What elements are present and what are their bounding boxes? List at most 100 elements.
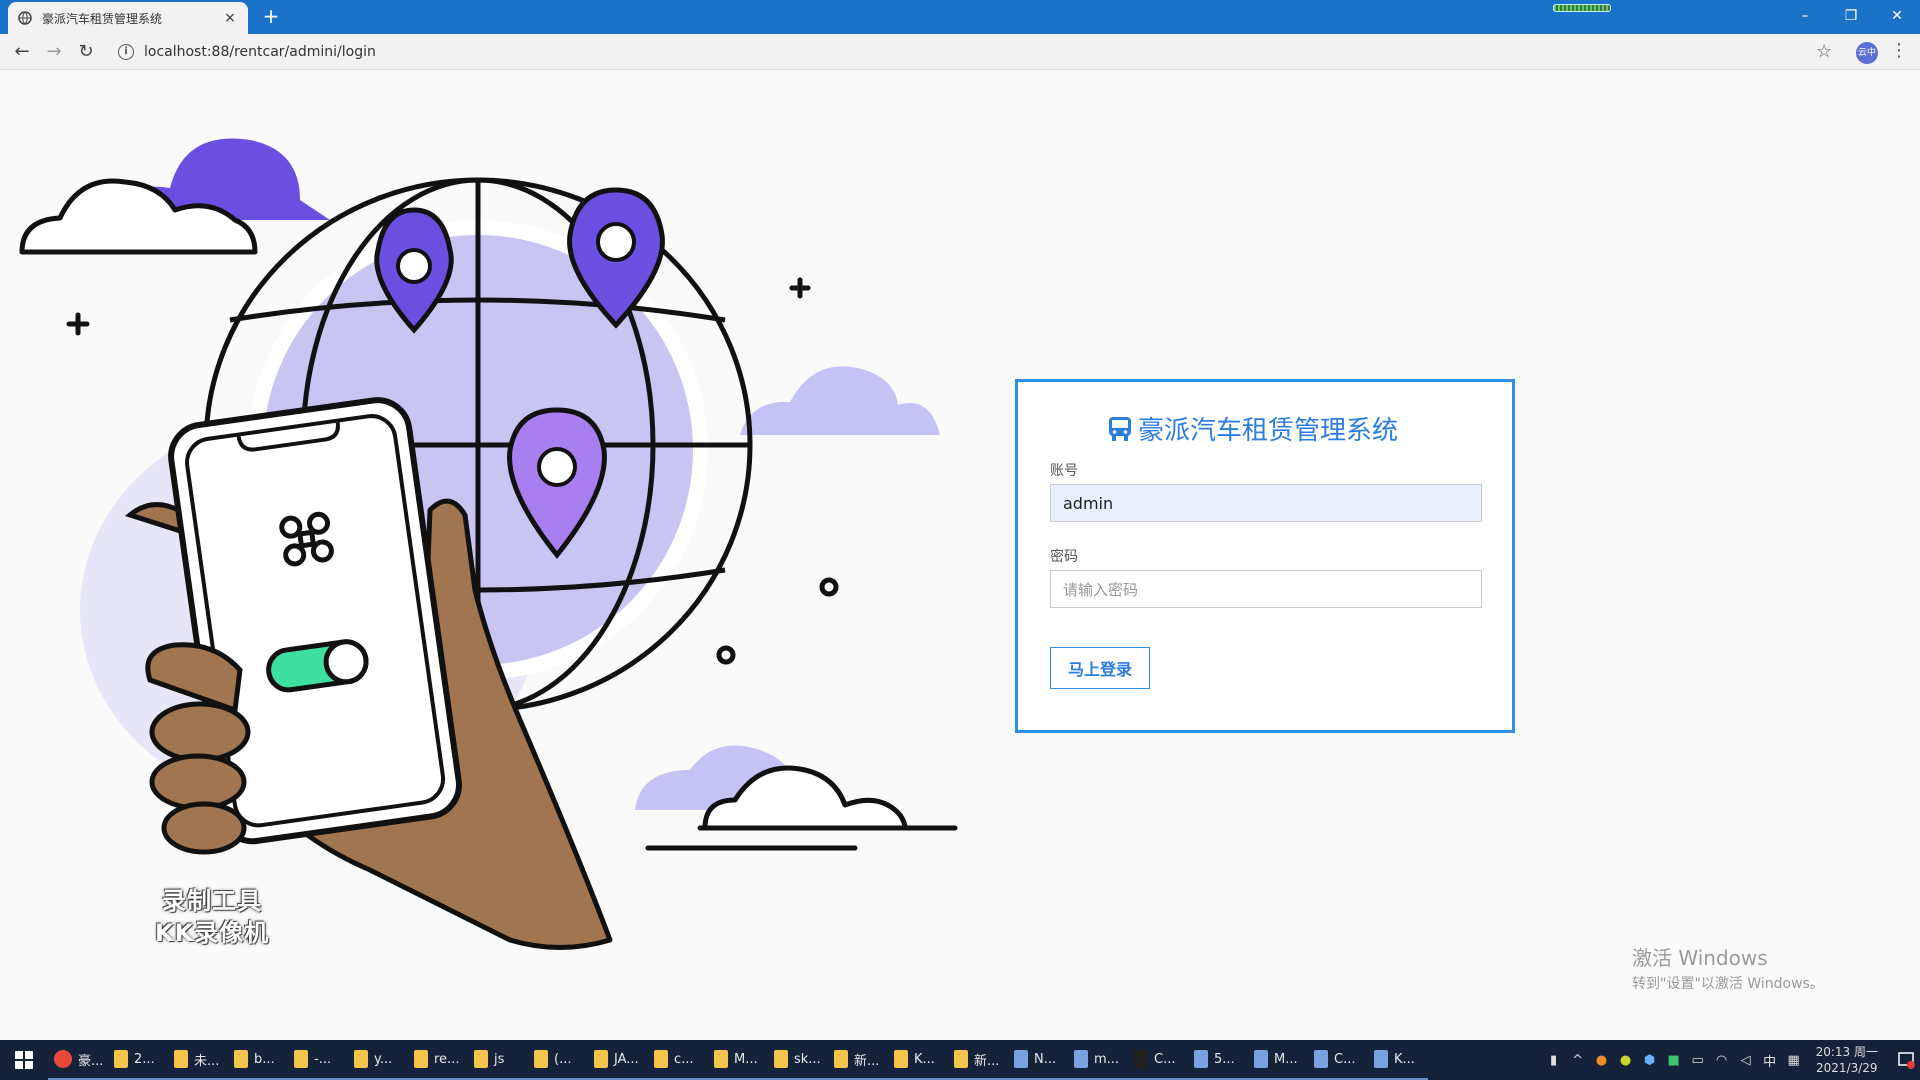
taskbar-item[interactable]: -... xyxy=(288,1040,348,1080)
taskbar-item[interactable]: y... xyxy=(348,1040,408,1080)
terminal-icon xyxy=(1134,1050,1148,1068)
folder-icon xyxy=(954,1050,968,1068)
address-bar[interactable]: i localhost:88/rentcar/admini/login xyxy=(110,38,1840,66)
folder-icon xyxy=(894,1050,908,1068)
folder-icon xyxy=(114,1050,128,1068)
login-button[interactable]: 马上登录 xyxy=(1050,647,1150,689)
bookmark-star-icon[interactable]: ☆ xyxy=(1816,41,1832,62)
shield-icon[interactable]: ⬢ xyxy=(1640,1053,1660,1068)
app-icon xyxy=(1314,1050,1328,1068)
app-icon xyxy=(1374,1050,1388,1068)
reload-icon[interactable]: ↻ xyxy=(74,40,98,64)
chevron-up-icon[interactable]: ^ xyxy=(1568,1053,1588,1068)
taskbar-item-label: K... xyxy=(1394,1051,1415,1067)
taskbar-item-label: -... xyxy=(314,1051,332,1067)
screen: 豪派汽车租赁管理系统 × + – ❐ ✕ ← → ↻ i localhost:8… xyxy=(0,0,1920,1080)
taskbar-item[interactable]: K... xyxy=(888,1040,948,1080)
taskbar-item-label: C... xyxy=(1154,1051,1176,1067)
info-icon[interactable]: i xyxy=(118,44,134,60)
app-icon xyxy=(1074,1050,1088,1068)
clock-date: 2021/3/29 xyxy=(1816,1061,1878,1075)
recorder-watermark: 录制工具 KK录像机 xyxy=(155,885,269,949)
taskbar-item-label: y... xyxy=(374,1051,393,1067)
taskbar-items: 豪... 2... 未... b... -... y... re... js (... JA...… xyxy=(48,1040,1428,1080)
taskbar-item[interactable]: 5... xyxy=(1188,1040,1248,1080)
taskbar-item-label: 新... xyxy=(974,1053,1000,1069)
taskbar-item-label: js xyxy=(494,1051,505,1067)
browser-titlebar: 豪派汽车租赁管理系统 × + – ❐ ✕ xyxy=(0,0,1920,34)
taskbar-item[interactable]: JA... xyxy=(588,1040,648,1080)
taskbar-item[interactable]: 2... xyxy=(108,1040,168,1080)
tab-close-icon[interactable]: × xyxy=(222,10,238,26)
browser-menu-icon[interactable]: ⋮ xyxy=(1890,40,1908,61)
battery-icon[interactable]: ▮ xyxy=(1544,1053,1564,1068)
back-arrow-icon[interactable]: ← xyxy=(10,40,34,64)
taskbar-item-label: 2... xyxy=(134,1051,155,1067)
taskbar-item[interactable]: K... xyxy=(1368,1040,1428,1080)
network-icon[interactable]: ▭ xyxy=(1688,1053,1708,1068)
taskbar-item-label: N... xyxy=(1034,1051,1057,1067)
login-page: 豪派汽车租赁管理系统 账号 密码 马上登录 录制工具 KK录像机 激活 Wind… xyxy=(0,70,1920,1040)
ime-indicator[interactable]: 中 xyxy=(1760,1051,1780,1070)
taskbar-item-label: 未... xyxy=(194,1053,220,1069)
app-icon xyxy=(1194,1050,1208,1068)
keyboard-icon[interactable]: ▦ xyxy=(1784,1053,1804,1068)
taskbar-item[interactable]: (... xyxy=(528,1040,588,1080)
chrome-icon xyxy=(54,1050,72,1068)
watermark-line1: 录制工具 xyxy=(162,887,263,915)
taskbar-item[interactable]: m... xyxy=(1068,1040,1128,1080)
taskbar-item[interactable]: 未... xyxy=(168,1040,228,1080)
notification-icon[interactable] xyxy=(1892,1040,1920,1080)
clock[interactable]: 20:13 周一 2021/3/29 xyxy=(1816,1044,1878,1076)
account-label: 账号 xyxy=(1050,463,1078,479)
taskbar-item[interactable]: 新... xyxy=(828,1040,888,1080)
taskbar-item[interactable]: C... xyxy=(1128,1040,1188,1080)
app-tray-icon[interactable]: ● xyxy=(1592,1053,1612,1068)
restore-button[interactable]: ❐ xyxy=(1836,4,1866,28)
account-input[interactable] xyxy=(1050,484,1482,522)
taskbar-item[interactable]: b... xyxy=(228,1040,288,1080)
browser-tab[interactable]: 豪派汽车租赁管理系统 × xyxy=(8,2,248,34)
folder-icon xyxy=(774,1050,788,1068)
taskbar-item-label: re... xyxy=(434,1051,460,1067)
profile-avatar[interactable]: 云中 xyxy=(1856,42,1878,64)
login-heading: 豪派汽车租赁管理系统 xyxy=(1108,410,1398,447)
taskbar-item[interactable]: M... xyxy=(708,1040,768,1080)
taskbar-item[interactable]: 新... xyxy=(948,1040,1008,1080)
travel-illustration xyxy=(19,138,958,950)
taskbar-item[interactable]: js xyxy=(468,1040,528,1080)
activate-subtitle: 转到"设置"以激活 Windows。 xyxy=(1632,976,1824,992)
folder-icon xyxy=(234,1050,248,1068)
taskbar-item[interactable]: sk... xyxy=(768,1040,828,1080)
folder-icon xyxy=(714,1050,728,1068)
minimize-button[interactable]: – xyxy=(1790,4,1820,28)
activate-title: 激活 Windows xyxy=(1632,946,1768,970)
close-window-button[interactable]: ✕ xyxy=(1882,4,1912,28)
password-input[interactable] xyxy=(1050,570,1482,608)
login-title: 豪派汽车租赁管理系统 xyxy=(1138,416,1399,446)
app-icon xyxy=(1254,1050,1268,1068)
taskbar-item[interactable]: c... xyxy=(648,1040,708,1080)
folder-icon xyxy=(414,1050,428,1068)
volume-icon[interactable]: ◁ xyxy=(1736,1053,1756,1068)
taskbar-item-label: M... xyxy=(1274,1051,1298,1067)
globe-icon xyxy=(18,11,32,25)
taskbar-item[interactable]: 豪... xyxy=(48,1040,108,1080)
taskbar-item-label: C... xyxy=(1334,1051,1356,1067)
url-text[interactable]: localhost:88/rentcar/admini/login xyxy=(144,44,376,60)
watermark-line2: KK录像机 xyxy=(155,919,270,947)
forward-arrow-icon[interactable]: → xyxy=(42,40,66,64)
taskbar-item[interactable]: N... xyxy=(1008,1040,1068,1080)
wifi-icon[interactable]: ◠ xyxy=(1712,1053,1732,1068)
taskbar: 豪... 2... 未... b... -... y... re... js (... JA...… xyxy=(0,1040,1920,1080)
taskbar-item[interactable]: re... xyxy=(408,1040,468,1080)
taskbar-item-label: 豪... xyxy=(78,1053,104,1069)
new-tab-button[interactable]: + xyxy=(260,5,282,27)
app-tray-icon[interactable]: ■ xyxy=(1664,1053,1684,1068)
taskbar-item[interactable]: M... xyxy=(1248,1040,1308,1080)
taskbar-item-label: b... xyxy=(254,1051,275,1067)
app-tray-icon[interactable]: ● xyxy=(1616,1053,1636,1068)
taskbar-item-label: m... xyxy=(1094,1051,1120,1067)
windows-start-icon[interactable] xyxy=(0,1040,48,1080)
taskbar-item[interactable]: C... xyxy=(1308,1040,1368,1080)
